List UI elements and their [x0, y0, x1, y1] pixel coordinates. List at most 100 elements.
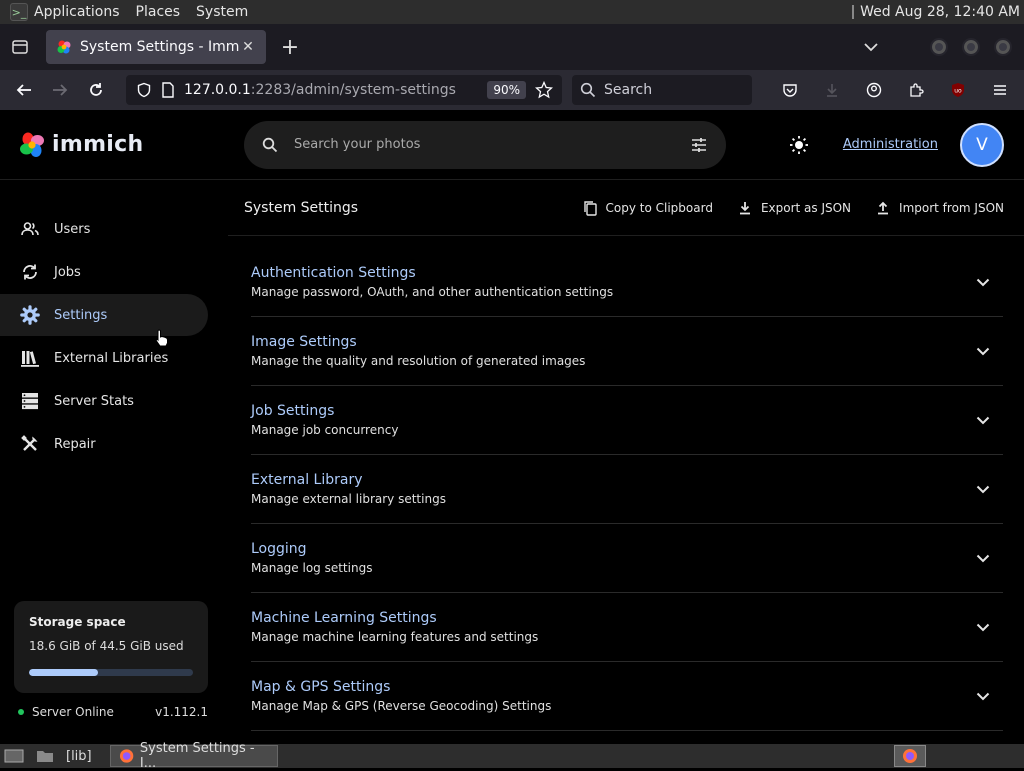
accordion-text: Authentication Settings Manage password,… — [251, 265, 973, 299]
extensions-icon[interactable] — [898, 74, 934, 106]
reload-button[interactable] — [78, 74, 114, 106]
chevron-down-icon[interactable] — [973, 347, 993, 356]
chevron-down-icon[interactable] — [973, 692, 993, 701]
sidebar-item-settings[interactable]: Settings — [0, 294, 208, 336]
workspace-switcher[interactable] — [894, 745, 926, 767]
show-desktop-button[interactable] — [0, 745, 28, 767]
sidebar-item-jobs[interactable]: Jobs — [0, 251, 208, 293]
menu-places[interactable]: Places — [136, 4, 181, 20]
firefox-icon — [119, 749, 133, 763]
copy-icon — [583, 200, 597, 216]
accordion-title: Image Settings — [251, 334, 357, 350]
accordion-map-gps-settings[interactable]: Map & GPS Settings Manage Map & GPS (Rev… — [251, 662, 1003, 731]
accordion-authentication-settings[interactable]: Authentication Settings Manage password,… — [251, 248, 1003, 317]
browser-tab-active[interactable]: System Settings - Immich ✕ — [46, 30, 266, 64]
tab-list-button[interactable] — [0, 24, 40, 70]
forward-button[interactable] — [42, 74, 78, 106]
sidebar-item-external-libraries[interactable]: External Libraries — [0, 337, 208, 379]
shield-icon[interactable] — [132, 82, 156, 98]
browser-search-bar[interactable]: Search — [572, 75, 752, 105]
sidebar-item-label: Users — [54, 221, 91, 237]
sidebar-item-repair[interactable]: Repair — [0, 423, 208, 465]
chevron-down-icon[interactable] — [973, 485, 993, 494]
accordion-machine-learning-settings[interactable]: Machine Learning Settings Manage machine… — [251, 593, 1003, 662]
accordion-job-settings[interactable]: Job Settings Manage job concurrency — [251, 386, 1003, 455]
clock-text: Wed Aug 28, 12:40 AM — [860, 4, 1020, 20]
user-avatar[interactable]: V — [960, 122, 1004, 167]
chevron-down-icon[interactable] — [973, 278, 993, 287]
terminal-icon[interactable]: >_ — [10, 3, 28, 21]
download-icon[interactable] — [814, 74, 850, 106]
app-header: immich Search your photos Administration… — [0, 110, 1024, 180]
sidebar-item-label: Jobs — [54, 264, 81, 280]
taskbar-window-label: System Settings - I... — [139, 741, 255, 771]
search-icon[interactable] — [262, 137, 278, 153]
accordion-description: Manage machine learning features and set… — [251, 630, 539, 644]
bookmark-star-icon[interactable] — [532, 81, 556, 99]
chevron-down-icon[interactable] — [856, 42, 886, 52]
copy-label: Copy to Clipboard — [605, 200, 713, 215]
pocket-icon[interactable] — [772, 74, 808, 106]
menu-system[interactable]: System — [196, 4, 248, 20]
tab-list-icon — [12, 40, 28, 54]
clock[interactable]: Wed Aug 28, 12:40 AM — [852, 4, 1020, 20]
close-window-button[interactable] — [994, 38, 1012, 56]
ublock-icon[interactable]: uo — [940, 74, 976, 106]
taskbar-item-lib[interactable]: [lib] — [28, 745, 100, 767]
accordion-logging[interactable]: Logging Manage log settings — [251, 524, 1003, 593]
menu-applications[interactable]: Applications — [34, 4, 120, 20]
hamburger-menu-icon[interactable] — [982, 74, 1018, 106]
theme-toggle-button[interactable] — [779, 125, 819, 165]
export-json-button[interactable]: Export as JSON — [737, 200, 851, 216]
page-header: System Settings Copy to Clipboard Export… — [228, 180, 1024, 236]
chevron-down-icon[interactable] — [973, 554, 993, 563]
os-top-panel: >_ Applications Places System Wed Aug 28… — [0, 0, 1024, 24]
chevron-down-icon[interactable] — [973, 623, 993, 632]
account-icon[interactable] — [856, 74, 892, 106]
photo-search-input[interactable]: Search your photos — [244, 120, 726, 169]
sidebar-item-server-stats[interactable]: Server Stats — [0, 380, 208, 422]
server-status: Server Online v1.112.1 — [18, 705, 208, 719]
search-options-tune-icon[interactable] — [690, 136, 708, 154]
accordion-text: Logging Manage log settings — [251, 541, 973, 575]
accordion-image-settings[interactable]: Image Settings Manage the quality and re… — [251, 317, 1003, 386]
new-tab-button[interactable]: + — [270, 30, 310, 64]
import-label: Import from JSON — [899, 200, 1004, 215]
download-icon — [739, 201, 750, 214]
taskbar-item-browser[interactable]: System Settings - I... — [109, 741, 278, 771]
tab-title: System Settings - Immich — [80, 39, 240, 55]
accordion-text: Job Settings Manage job concurrency — [251, 403, 973, 437]
online-status-dot — [18, 709, 24, 715]
svg-text:uo: uo — [954, 88, 962, 95]
page-icon[interactable] — [156, 82, 180, 98]
close-tab-icon[interactable]: ✕ — [240, 39, 256, 55]
separator — [852, 5, 855, 19]
firefox-icon — [903, 749, 917, 763]
accordion-external-library[interactable]: External Library Manage external library… — [251, 455, 1003, 524]
browser-tab-bar: System Settings - Immich ✕ + — [0, 24, 1024, 70]
window-controls — [930, 38, 1012, 56]
url-bar[interactable]: 127.0.0.1:2283/admin/system-settings 90% — [126, 75, 562, 105]
accordion-text: Image Settings Manage the quality and re… — [251, 334, 973, 368]
tools-icon — [20, 434, 40, 454]
sidebar-item-users[interactable]: Users — [0, 208, 208, 250]
administration-link[interactable]: Administration — [843, 137, 938, 152]
server-version[interactable]: v1.112.1 — [155, 705, 208, 719]
import-json-button[interactable]: Import from JSON — [875, 200, 1004, 216]
hand-cursor-icon — [155, 329, 168, 347]
forward-arrow-icon — [53, 84, 68, 96]
desktop-icon — [4, 749, 24, 763]
immich-logo[interactable]: immich — [18, 131, 244, 159]
storage-usage: 18.6 GiB of 44.5 GiB used — [29, 639, 184, 653]
folder-icon — [37, 751, 53, 762]
chevron-down-icon[interactable] — [973, 416, 993, 425]
accordion-title: Job Settings — [251, 403, 335, 419]
immich-logo-icon — [20, 132, 44, 157]
settings-actions: Copy to Clipboard Export as JSON Import … — [582, 200, 1004, 216]
copy-to-clipboard-button[interactable]: Copy to Clipboard — [582, 200, 713, 216]
maximize-button[interactable] — [962, 38, 980, 56]
url-text: 127.0.0.1:2283/admin/system-settings — [184, 82, 487, 98]
zoom-indicator[interactable]: 90% — [487, 81, 526, 99]
minimize-button[interactable] — [930, 38, 948, 56]
back-button[interactable] — [6, 74, 42, 106]
